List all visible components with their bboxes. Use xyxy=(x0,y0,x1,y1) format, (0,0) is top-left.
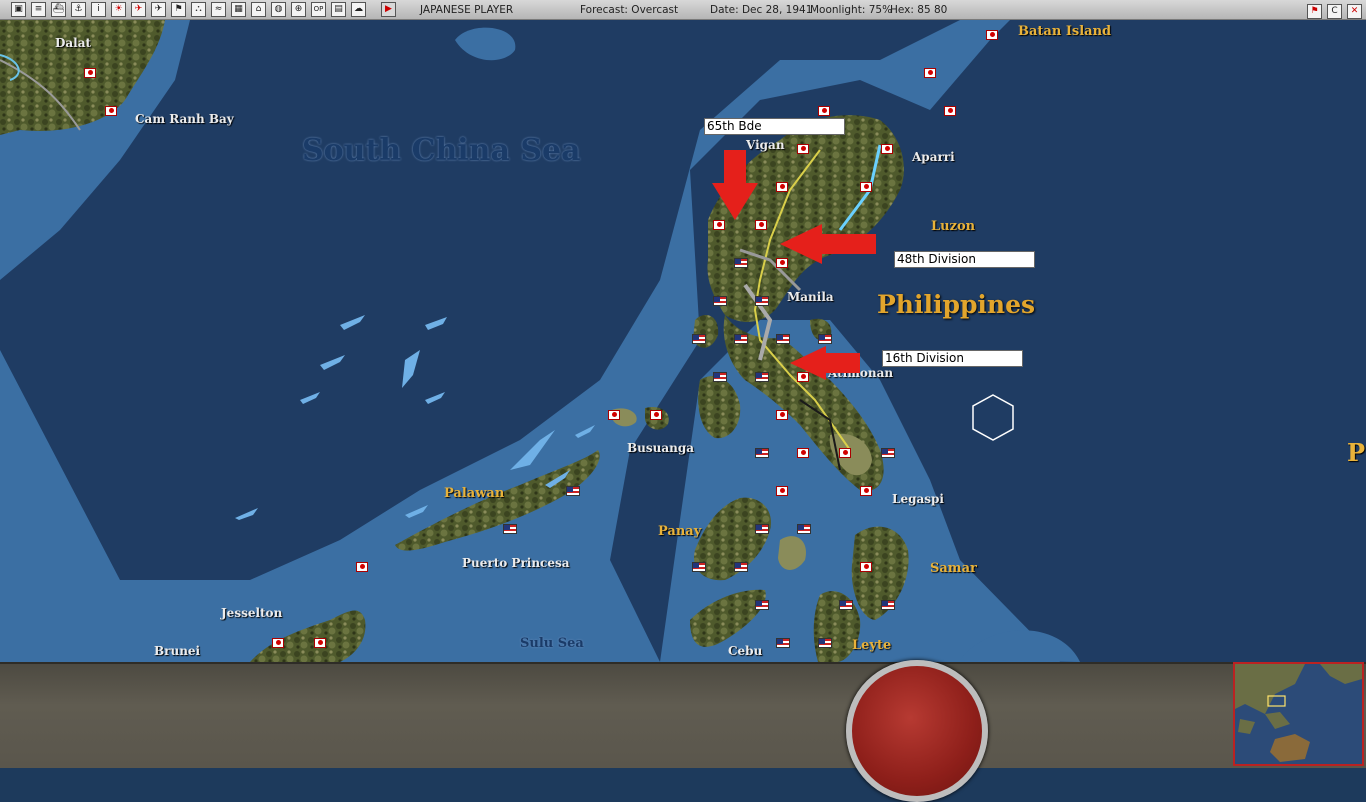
allied-unit-marker[interactable] xyxy=(755,524,769,534)
route-icon[interactable]: ≈ xyxy=(211,2,226,17)
forecast-label: Forecast: Overcast xyxy=(580,4,679,16)
allied-unit-marker[interactable] xyxy=(881,600,895,610)
japanese-unit-marker[interactable] xyxy=(860,562,872,572)
info-icon[interactable]: i xyxy=(91,2,106,17)
strategic-map[interactable]: South China Sea Sulu Sea Philippines Dal… xyxy=(0,20,1366,662)
allied-unit-marker[interactable] xyxy=(692,334,706,344)
op-icon[interactable]: OP xyxy=(311,2,326,17)
japanese-unit-marker[interactable] xyxy=(797,448,809,458)
allied-unit-marker[interactable] xyxy=(881,448,895,458)
play-icon[interactable]: ▶ xyxy=(381,2,396,17)
unit-icon[interactable]: ⛬ xyxy=(191,2,206,17)
date-label: Date: Dec 28, 1941 xyxy=(710,4,813,16)
base-icon[interactable]: ⌂ xyxy=(251,2,266,17)
table-icon[interactable]: ▤ xyxy=(331,2,346,17)
japanese-unit-marker[interactable] xyxy=(755,220,767,230)
hex-label: Hex: 85 80 xyxy=(890,4,948,16)
japanese-unit-marker[interactable] xyxy=(776,182,788,192)
japanese-unit-marker[interactable] xyxy=(924,68,936,78)
japanese-unit-marker[interactable] xyxy=(608,410,620,420)
japanese-unit-marker[interactable] xyxy=(650,410,662,420)
close-icon[interactable]: ✕ xyxy=(1347,4,1362,19)
allied-unit-marker[interactable] xyxy=(734,562,748,572)
allied-unit-marker[interactable] xyxy=(776,334,790,344)
japanese-unit-marker[interactable] xyxy=(797,144,809,154)
allied-unit-marker[interactable] xyxy=(503,524,517,534)
list-icon[interactable]: ≡ xyxy=(31,2,46,17)
player-label: JAPANESE PLAYER xyxy=(420,4,514,16)
flag-icon[interactable]: ⚑ xyxy=(171,2,186,17)
plane-blue-icon[interactable]: ✈ xyxy=(151,2,166,17)
japanese-unit-marker[interactable] xyxy=(105,106,117,116)
allied-unit-marker[interactable] xyxy=(713,372,727,382)
allied-unit-marker[interactable] xyxy=(797,524,811,534)
minimap[interactable] xyxy=(1233,662,1364,766)
arrow-48th-division xyxy=(780,224,876,264)
moonlight-label: Moonlight: 75% xyxy=(810,4,893,16)
cloud-icon[interactable]: ☁ xyxy=(351,2,366,17)
allied-unit-marker[interactable] xyxy=(713,296,727,306)
arrow-65th-bde xyxy=(712,150,758,220)
japanese-unit-marker[interactable] xyxy=(314,638,326,648)
window-icon[interactable]: ▣ xyxy=(11,2,26,17)
allied-unit-marker[interactable] xyxy=(734,258,748,268)
japanese-unit-marker[interactable] xyxy=(986,30,998,40)
globe-icon[interactable]: ◍ xyxy=(271,2,286,17)
allied-unit-marker[interactable] xyxy=(755,296,769,306)
japanese-unit-marker[interactable] xyxy=(818,106,830,116)
japanese-unit-marker[interactable] xyxy=(860,486,872,496)
top-toolbar: ▣ ≡ ⛴ ⚓ i ☀ ✈ ✈ ⚑ ⛬ ≈ ▦ ⌂ ◍ ⊕ OP ▤ ☁ ▶ JAPANESE PLAYER For… xyxy=(0,0,1366,20)
c-button[interactable]: C xyxy=(1327,4,1342,19)
allied-unit-marker[interactable] xyxy=(818,334,832,344)
allied-unit-marker[interactable] xyxy=(818,638,832,648)
japanese-unit-marker[interactable] xyxy=(84,68,96,78)
japanese-unit-marker[interactable] xyxy=(776,258,788,268)
allied-unit-marker[interactable] xyxy=(755,600,769,610)
reinforce-icon[interactable]: ⊕ xyxy=(291,2,306,17)
allied-unit-marker[interactable] xyxy=(692,562,706,572)
japanese-unit-marker[interactable] xyxy=(839,448,851,458)
taskforce-icon[interactable]: ⚓ xyxy=(71,2,86,17)
japanese-unit-marker[interactable] xyxy=(713,220,725,230)
japanese-unit-marker[interactable] xyxy=(356,562,368,572)
map-icon[interactable]: ▦ xyxy=(231,2,246,17)
rising-sun-icon[interactable]: ☀ xyxy=(111,2,126,17)
attack-arrows xyxy=(712,150,876,380)
allied-unit-marker[interactable] xyxy=(755,448,769,458)
minimap-terrain xyxy=(1235,664,1362,764)
japanese-unit-marker[interactable] xyxy=(860,182,872,192)
japanese-unit-marker[interactable] xyxy=(881,144,893,154)
ship-icon[interactable]: ⛴ xyxy=(51,2,66,17)
japanese-unit-marker[interactable] xyxy=(944,106,956,116)
japanese-unit-marker[interactable] xyxy=(776,410,788,420)
allied-unit-marker[interactable] xyxy=(755,372,769,382)
japanese-unit-marker[interactable] xyxy=(776,486,788,496)
aircraft-icon[interactable]: ✈ xyxy=(131,2,146,17)
allied-unit-marker[interactable] xyxy=(566,486,580,496)
end-turn-round-button[interactable] xyxy=(846,660,988,802)
bottom-info-panel xyxy=(0,662,1366,768)
allied-unit-marker[interactable] xyxy=(839,600,853,610)
exit-flag-icon[interactable]: ⚑ xyxy=(1307,4,1322,19)
japanese-unit-marker[interactable] xyxy=(797,372,809,382)
allied-unit-marker[interactable] xyxy=(734,334,748,344)
allied-unit-marker[interactable] xyxy=(776,638,790,648)
japanese-unit-marker[interactable] xyxy=(272,638,284,648)
